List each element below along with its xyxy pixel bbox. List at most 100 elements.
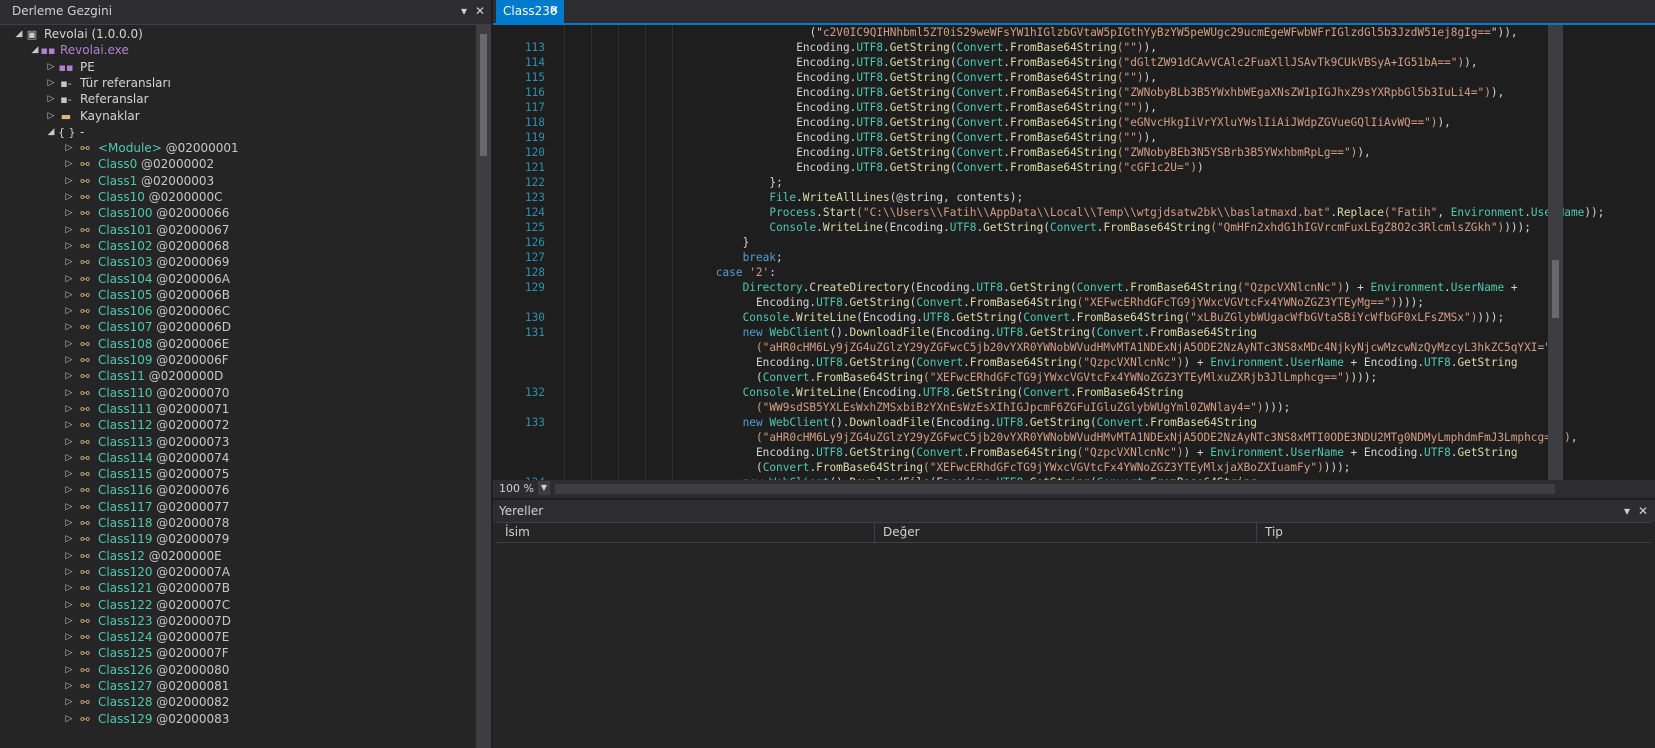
class-node[interactable]: ▷ ⚯ Class105 @0200006B <box>0 287 476 304</box>
class-node[interactable]: ▷ ⚯ Class101 @02000067 <box>0 222 476 239</box>
expand-arrow-icon[interactable]: ▷ <box>64 303 74 320</box>
expand-arrow-icon[interactable]: ▷ <box>64 515 74 532</box>
class-node[interactable]: ▷ ⚯ Class118 @02000078 <box>0 515 476 532</box>
tree-scrollbar-thumb[interactable] <box>480 34 487 156</box>
class-node[interactable]: ▷ ⚯ Class128 @02000082 <box>0 694 476 711</box>
class-node[interactable]: ▷ ⚯ Class107 @0200006D <box>0 319 476 336</box>
tree-node[interactable]: ▷ ▬ Kaynaklar <box>0 108 476 125</box>
expand-arrow-icon[interactable]: ▷ <box>64 499 74 516</box>
expand-arrow-icon[interactable]: ▷ <box>64 156 74 173</box>
expand-arrow-icon[interactable]: ▷ <box>64 189 74 206</box>
expand-arrow-icon[interactable]: ▷ <box>46 108 56 125</box>
expand-arrow-icon[interactable]: ▷ <box>64 662 74 679</box>
class-node[interactable]: ▷ ⚯ Class113 @02000073 <box>0 434 476 451</box>
expand-arrow-icon[interactable]: ▷ <box>64 711 74 728</box>
expand-arrow-icon[interactable]: ▷ <box>64 417 74 434</box>
class-node[interactable]: ▷ ⚯ Class100 @02000066 <box>0 205 476 222</box>
class-node[interactable]: ▷ ⚯ Class103 @02000069 <box>0 254 476 271</box>
editor-scrollbar[interactable] <box>1548 25 1563 480</box>
class-node[interactable]: ▷ ⚯ Class120 @0200007A <box>0 564 476 581</box>
collapse-arrow-icon[interactable]: ◢ <box>30 42 40 59</box>
expand-arrow-icon[interactable]: ▷ <box>46 75 56 92</box>
expand-arrow-icon[interactable]: ▷ <box>64 564 74 581</box>
expand-arrow-icon[interactable]: ▷ <box>64 629 74 646</box>
expand-arrow-icon[interactable]: ▷ <box>64 694 74 711</box>
class-node[interactable]: ▷ ⚯ Class110 @02000070 <box>0 385 476 402</box>
class-node[interactable]: ▷ ⚯ Class123 @0200007D <box>0 613 476 630</box>
class-node[interactable]: ▷ ⚯ Class117 @02000077 <box>0 499 476 516</box>
tree-node[interactable]: ◢ ▣ Revolai (1.0.0.0) <box>0 26 476 43</box>
expand-arrow-icon[interactable]: ▷ <box>64 254 74 271</box>
class-node[interactable]: ▷ ⚯ Class114 @02000074 <box>0 450 476 467</box>
panel-close-icon[interactable]: ✕ <box>1635 503 1651 519</box>
class-node[interactable]: ▷ ⚯ Class115 @02000075 <box>0 466 476 483</box>
chevron-down-icon[interactable]: ▼ <box>538 481 550 495</box>
editor-scrollbar-thumb[interactable] <box>1552 260 1559 318</box>
collapse-arrow-icon[interactable]: ◢ <box>46 124 56 141</box>
class-node[interactable]: ▷ ⚯ Class127 @02000081 <box>0 678 476 695</box>
expand-arrow-icon[interactable]: ▷ <box>64 238 74 255</box>
class-node[interactable]: ▷ ⚯ Class108 @0200006E <box>0 336 476 353</box>
expand-arrow-icon[interactable]: ▷ <box>64 173 74 190</box>
expand-arrow-icon[interactable]: ▷ <box>64 368 74 385</box>
class-node[interactable]: ▷ ⚯ Class102 @02000068 <box>0 238 476 255</box>
class-node[interactable]: ▷ ⚯ Class109 @0200006F <box>0 352 476 369</box>
tab-class230[interactable]: Class230 ✕ <box>496 0 564 23</box>
expand-arrow-icon[interactable]: ▷ <box>64 645 74 662</box>
class-node[interactable]: ▷ ⚯ Class104 @0200006A <box>0 271 476 288</box>
expand-arrow-icon[interactable]: ▷ <box>64 482 74 499</box>
class-node[interactable]: ▷ ⚯ Class11 @0200000D <box>0 368 476 385</box>
zoom-level[interactable]: 100 % <box>499 482 534 495</box>
expand-arrow-icon[interactable]: ▷ <box>64 222 74 239</box>
class-node[interactable]: ▷ ⚯ Class119 @02000079 <box>0 531 476 548</box>
expand-arrow-icon[interactable]: ▷ <box>64 385 74 402</box>
horizontal-scrollbar[interactable] <box>555 484 1555 494</box>
expand-arrow-icon[interactable]: ▷ <box>64 548 74 565</box>
class-node[interactable]: ▷ ⚯ Class1 @02000003 <box>0 173 476 190</box>
class-node[interactable]: ▷ ⚯ Class124 @0200007E <box>0 629 476 646</box>
column-type[interactable]: Tip <box>1257 523 1651 542</box>
class-node[interactable]: ▷ ⚯ Class10 @0200000C <box>0 189 476 206</box>
class-node[interactable]: ▷ ⚯ Class106 @0200006C <box>0 303 476 320</box>
tree-node[interactable]: ▷ ▪- Tür referansları <box>0 75 476 92</box>
class-node[interactable]: ▷ ⚯ Class125 @0200007F <box>0 645 476 662</box>
code-view[interactable]: ("c2V0IC9QIHNhbml5ZT0iS29weWFsYW1hIGlzbG… <box>493 25 1643 480</box>
expand-arrow-icon[interactable]: ▷ <box>64 319 74 336</box>
expand-arrow-icon[interactable]: ▷ <box>46 91 56 108</box>
class-node[interactable]: ▷ ⚯ Class12 @0200000E <box>0 548 476 565</box>
expand-arrow-icon[interactable]: ▷ <box>64 287 74 304</box>
panel-dropdown-icon[interactable]: ▾ <box>456 3 472 19</box>
expand-arrow-icon[interactable]: ▷ <box>64 140 74 157</box>
expand-arrow-icon[interactable]: ▷ <box>46 59 56 76</box>
tree-node[interactable]: ▷ ▪- Referanslar <box>0 91 476 108</box>
expand-arrow-icon[interactable]: ▷ <box>64 531 74 548</box>
tree-node[interactable]: ▷ ▪▪ PE <box>0 59 476 76</box>
expand-arrow-icon[interactable]: ▷ <box>64 597 74 614</box>
class-node[interactable]: ▷ ⚯ Class121 @0200007B <box>0 580 476 597</box>
class-node[interactable]: ▷ ⚯ Class116 @02000076 <box>0 482 476 499</box>
class-node[interactable]: ▷ ⚯ Class112 @02000072 <box>0 417 476 434</box>
panel-dropdown-icon[interactable]: ▾ <box>1619 503 1635 519</box>
close-icon[interactable]: ✕ <box>549 3 559 17</box>
column-value[interactable]: Değer <box>875 523 1257 542</box>
expand-arrow-icon[interactable]: ▷ <box>64 336 74 353</box>
class-node[interactable]: ▷ ⚯ Class122 @0200007C <box>0 597 476 614</box>
collapse-arrow-icon[interactable]: ◢ <box>14 26 24 43</box>
expand-arrow-icon[interactable]: ▷ <box>64 580 74 597</box>
expand-arrow-icon[interactable]: ▷ <box>64 466 74 483</box>
panel-close-icon[interactable]: ✕ <box>472 3 488 19</box>
expand-arrow-icon[interactable]: ▷ <box>64 352 74 369</box>
expand-arrow-icon[interactable]: ▷ <box>64 450 74 467</box>
expand-arrow-icon[interactable]: ▷ <box>64 401 74 418</box>
class-node[interactable]: ▷ ⚯ Class126 @02000080 <box>0 662 476 679</box>
class-node[interactable]: ▷ ⚯ Class0 @02000002 <box>0 156 476 173</box>
expand-arrow-icon[interactable]: ▷ <box>64 205 74 222</box>
column-name[interactable]: İsim <box>497 523 875 542</box>
class-node[interactable]: ▷ ⚯ <Module> @02000001 <box>0 140 476 157</box>
expand-arrow-icon[interactable]: ▷ <box>64 434 74 451</box>
class-node[interactable]: ▷ ⚯ Class129 @02000083 <box>0 711 476 728</box>
expand-arrow-icon[interactable]: ▷ <box>64 678 74 695</box>
tree-node[interactable]: ◢{ } - <box>0 124 476 141</box>
tree-node[interactable]: ◢ ▪▪ Revolai.exe <box>0 42 476 59</box>
expand-arrow-icon[interactable]: ▷ <box>64 271 74 288</box>
